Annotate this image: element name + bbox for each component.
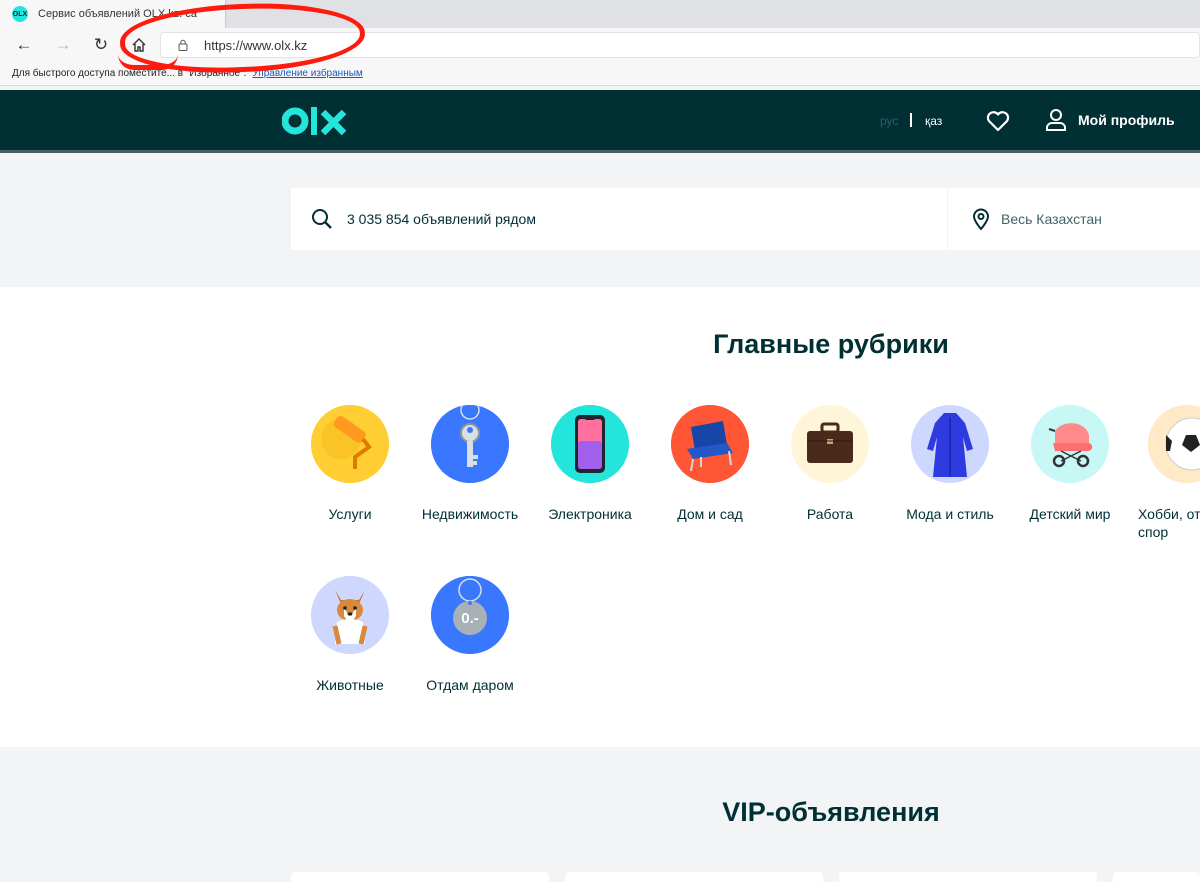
- svg-text:0.-: 0.-: [461, 610, 479, 627]
- dog-icon: [311, 576, 389, 654]
- category-animals[interactable]: Животные: [290, 576, 410, 694]
- category-fashion[interactable]: Мода и стиль: [890, 405, 1010, 523]
- category-label: Детский мир: [1029, 506, 1111, 522]
- category-label: Отдам даром: [426, 677, 514, 693]
- vip-card[interactable]: [839, 872, 1097, 882]
- category-home-garden[interactable]: Дом и сад: [650, 405, 770, 523]
- location-field[interactable]: Весь Казахстан: [948, 188, 1200, 250]
- category-real-estate[interactable]: Недвижимость: [410, 405, 530, 523]
- search-placeholder: 3 035 854 объявлений рядом: [347, 211, 536, 227]
- category-services[interactable]: Услуги: [290, 405, 410, 523]
- category-giveaway[interactable]: 0.- Отдам даром: [410, 576, 530, 694]
- lang-divider: [910, 113, 912, 127]
- heart-icon[interactable]: [986, 110, 1010, 132]
- dress-icon: [911, 405, 989, 483]
- price-tag-icon: 0.-: [431, 576, 509, 654]
- vip-card[interactable]: [1113, 872, 1200, 882]
- smartphone-icon: [551, 405, 629, 483]
- search-icon: [312, 209, 332, 229]
- category-label: Животные: [316, 677, 384, 693]
- category-label: Услуги: [328, 506, 372, 522]
- back-arrow-icon[interactable]: ←: [11, 33, 37, 57]
- category-hobby-sport[interactable]: Хобби, отд спор: [1130, 405, 1200, 541]
- category-label: Хобби, отд спор: [1138, 506, 1200, 540]
- site-header: рус қаз Мой профиль: [0, 90, 1200, 152]
- category-kids[interactable]: Детский мир: [1010, 405, 1130, 523]
- lang-kz-link[interactable]: қаз: [925, 114, 942, 128]
- paint-roller-icon: [311, 405, 389, 483]
- briefcase-icon: [791, 405, 869, 483]
- category-label: Дом и сад: [677, 506, 743, 522]
- olx-logo[interactable]: [282, 104, 348, 138]
- forward-arrow-icon[interactable]: →: [50, 33, 76, 57]
- vip-card[interactable]: [291, 872, 549, 882]
- armchair-icon: [671, 405, 749, 483]
- refresh-icon[interactable]: ↻: [88, 33, 114, 57]
- category-label: Работа: [806, 506, 854, 522]
- location-pin-icon: [972, 208, 990, 230]
- category-label: Недвижимость: [421, 506, 519, 522]
- header-divider: [0, 150, 1200, 153]
- lang-ru-link[interactable]: рус: [880, 114, 898, 128]
- vip-title: VIP-объявления: [722, 797, 940, 827]
- ball-icon: [1148, 405, 1200, 483]
- search-input[interactable]: 3 035 854 объявлений рядом: [291, 188, 947, 250]
- main-categories-section: Главные рубрики Услуги Недвижимость Элек…: [0, 287, 1200, 747]
- olx-favicon-icon: OLX: [12, 6, 28, 22]
- vip-card[interactable]: [565, 872, 823, 882]
- user-icon[interactable]: [1045, 108, 1067, 132]
- red-annotation-stroke: [118, 54, 178, 70]
- category-electronics[interactable]: Электроника: [530, 405, 650, 523]
- category-jobs[interactable]: Работа: [770, 405, 890, 523]
- location-text: Весь Казахстан: [1001, 211, 1102, 227]
- categories-title: Главные рубрики: [713, 329, 949, 359]
- my-profile-link[interactable]: Мой профиль: [1078, 112, 1175, 128]
- category-label: Электроника: [548, 506, 632, 522]
- key-icon: [431, 405, 509, 483]
- category-label: Мода и стиль: [906, 506, 994, 522]
- stroller-icon: [1031, 405, 1109, 483]
